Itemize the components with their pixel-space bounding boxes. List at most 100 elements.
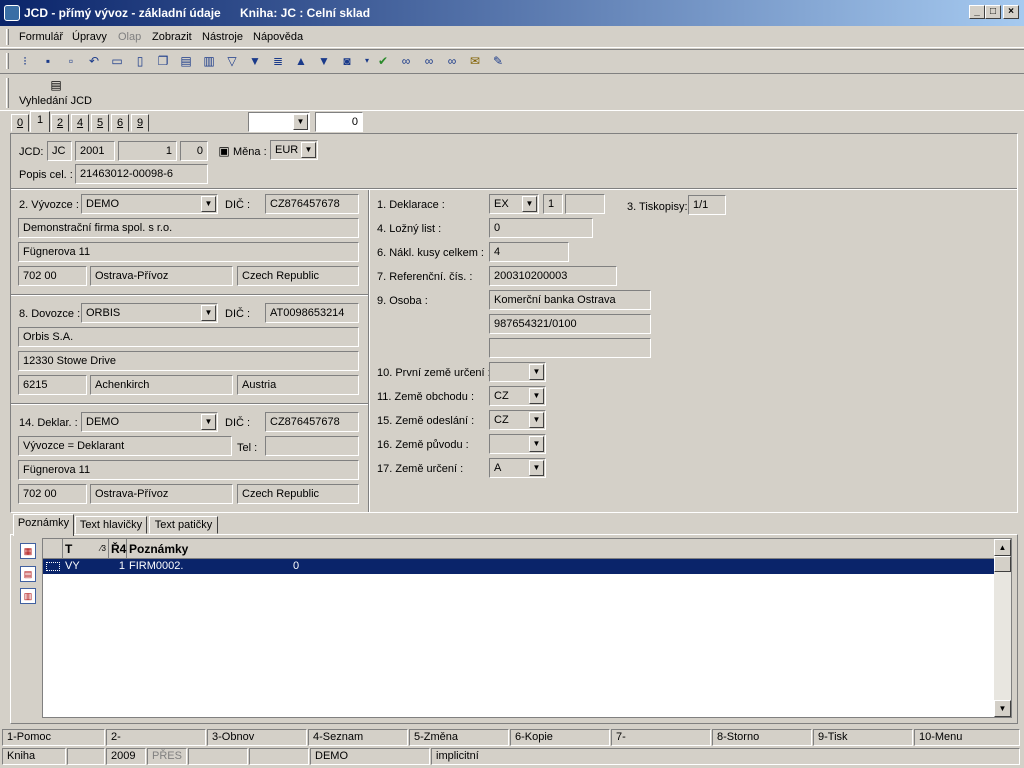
row-note-cell[interactable]: FIRM0002. xyxy=(129,560,183,572)
checkmark-icon[interactable]: ✔ xyxy=(375,53,391,69)
maximize-button[interactable]: □ xyxy=(985,5,1001,19)
menu-grip[interactable] xyxy=(6,29,9,45)
grid-header-r[interactable]: Ř4 xyxy=(109,539,127,559)
save-as-icon[interactable]: ▫ xyxy=(63,53,79,69)
chevron-down-icon[interactable]: ▼ xyxy=(201,196,216,212)
exporter-city-field[interactable]: Ostrava-Přívoz xyxy=(90,266,233,286)
declarant-street-field[interactable]: Fügnerova 11 xyxy=(18,460,359,480)
paste-icon[interactable]: ▤ xyxy=(178,53,194,69)
lozny-field[interactable]: 0 xyxy=(489,218,593,238)
minimize-button[interactable]: _ xyxy=(969,5,985,19)
declarant-name-field[interactable]: Vývozce = Deklarant xyxy=(18,436,232,456)
declarant-dic-field[interactable]: CZ876457678 xyxy=(265,412,359,432)
scroll-up-icon[interactable]: ▲ xyxy=(994,539,1011,556)
chevron-down-icon[interactable]: ▼ xyxy=(529,460,544,476)
binoculars-prev-icon[interactable]: ∞ xyxy=(444,53,460,69)
urceni-combo[interactable]: A ▼ xyxy=(489,458,546,478)
open-folder-icon[interactable]: ▭ xyxy=(109,53,125,69)
ref-field[interactable]: 200310200003 xyxy=(489,266,617,286)
fkey-5[interactable]: 5-Změna xyxy=(409,729,509,746)
menu-upravy[interactable]: Úpravy xyxy=(72,31,107,43)
declarant-zip-field[interactable]: 702 00 xyxy=(18,484,87,504)
deklarace-combo[interactable]: EX ▼ xyxy=(489,194,539,214)
jcd-year-field[interactable]: 2001 xyxy=(75,141,115,161)
declarant-country-field[interactable]: Czech Republic xyxy=(237,484,359,504)
scroll-down-icon[interactable]: ▼ xyxy=(994,700,1011,717)
exporter-name-field[interactable]: Demonstrační firma spol. s r.o. xyxy=(18,218,359,238)
declarant-combo[interactable]: DEMO ▼ xyxy=(81,412,218,432)
fkey-2[interactable]: 2- xyxy=(106,729,206,746)
osoba-field-3[interactable] xyxy=(489,338,651,358)
fkey-4[interactable]: 4-Seznam xyxy=(308,729,408,746)
osoba-field-2[interactable]: 987654321/0100 xyxy=(489,314,651,334)
toolbar-grip[interactable] xyxy=(6,53,9,69)
close-button[interactable]: × xyxy=(1003,5,1019,19)
osoba-field-1[interactable]: Komerční banka Ostrava xyxy=(489,290,651,310)
tab-2[interactable]: 2 xyxy=(51,114,69,132)
add-row-icon[interactable]: ▦ xyxy=(20,543,36,559)
importer-zip-field[interactable]: 6215 xyxy=(18,375,87,395)
filter-remove-icon[interactable]: ▼ xyxy=(247,53,263,69)
tiskopisy-field[interactable]: 1/1 xyxy=(688,195,726,215)
mail-icon[interactable]: ✉ xyxy=(467,53,483,69)
tab-selector-combo[interactable]: ▼ xyxy=(248,112,310,132)
currency-combo[interactable]: EUR ▼ xyxy=(270,140,318,160)
table-row[interactable]: VY 1 FIRM0002. 0 xyxy=(43,559,994,574)
exporter-dic-field[interactable]: CZ876457678 xyxy=(265,194,359,214)
tab-text-hlavicky[interactable]: Text hlavičky xyxy=(75,516,147,534)
fkey-6[interactable]: 6-Kopie xyxy=(510,729,610,746)
book-icon[interactable]: ▥ xyxy=(201,53,217,69)
edit-icon[interactable]: ✎ xyxy=(490,53,506,69)
jcd-subnumber-field[interactable]: 0 xyxy=(180,141,208,161)
grid-header-t[interactable]: T ⁄3 xyxy=(63,539,109,559)
declarant-city-field[interactable]: Ostrava-Přívoz xyxy=(90,484,233,504)
jcd-number-field[interactable]: 1 xyxy=(118,141,177,161)
menu-zobrazit[interactable]: Zobrazit xyxy=(152,31,192,43)
app-icon[interactable] xyxy=(4,5,20,21)
puvod-combo[interactable]: ▼ xyxy=(489,434,546,454)
delete-row-icon[interactable]: ▥ xyxy=(20,588,36,604)
jcd-type-field[interactable]: JC xyxy=(47,141,72,161)
save-icon[interactable]: ▪ xyxy=(40,53,56,69)
menu-napoveda[interactable]: Nápověda xyxy=(253,31,303,43)
fkey-10[interactable]: 10-Menu xyxy=(914,729,1020,746)
chevron-down-icon[interactable]: ▼ xyxy=(522,196,537,212)
chevron-down-icon[interactable]: ▼ xyxy=(301,142,316,158)
exporter-country-field[interactable]: Czech Republic xyxy=(237,266,359,286)
search-jcd-button[interactable]: Vyhledání JCD xyxy=(19,95,92,107)
chevron-down-icon[interactable]: ▼ xyxy=(201,414,216,430)
binoculars-next-icon[interactable]: ∞ xyxy=(421,53,437,69)
prvni-combo[interactable]: ▼ xyxy=(489,362,546,382)
new-document-icon[interactable]: ▯ xyxy=(132,53,148,69)
tab-number-field[interactable]: 0 xyxy=(315,112,363,132)
menu-nastroje[interactable]: Nástroje xyxy=(202,31,243,43)
undo-icon[interactable]: ↶ xyxy=(86,53,102,69)
exporter-zip-field[interactable]: 702 00 xyxy=(18,266,87,286)
kusy-field[interactable]: 4 xyxy=(489,242,569,262)
importer-combo[interactable]: ORBIS ▼ xyxy=(81,303,218,323)
row-t-cell[interactable]: VY xyxy=(65,560,80,572)
document-icon[interactable]: ▤ xyxy=(48,77,64,93)
copy-icon[interactable]: ❐ xyxy=(155,53,171,69)
camera-dropdown-icon[interactable]: ▾ xyxy=(359,53,375,69)
chevron-down-icon[interactable]: ▼ xyxy=(529,388,544,404)
tree-icon[interactable]: ⁝ xyxy=(17,53,33,69)
tab-text-paticky[interactable]: Text patičky xyxy=(149,516,218,534)
fkey-9[interactable]: 9-Tisk xyxy=(813,729,913,746)
chevron-down-icon[interactable]: ▼ xyxy=(201,305,216,321)
chevron-down-icon[interactable]: ▼ xyxy=(529,364,544,380)
chevron-down-icon[interactable]: ▼ xyxy=(529,412,544,428)
exporter-street-field[interactable]: Fügnerova 11 xyxy=(18,242,359,262)
grid-scrollbar[interactable]: ▲ ▼ xyxy=(994,539,1011,717)
clipboard-icon[interactable]: ▣ xyxy=(216,143,232,159)
fkey-7[interactable]: 7- xyxy=(611,729,711,746)
camera-icon[interactable]: ◙ xyxy=(339,53,355,69)
tab-poznamky[interactable]: Poznámky xyxy=(13,514,74,536)
deklarace-extra-field[interactable] xyxy=(565,194,605,214)
tab-1[interactable]: 1 xyxy=(30,111,50,132)
importer-country-field[interactable]: Austria xyxy=(237,375,359,395)
chevron-down-icon[interactable]: ▼ xyxy=(293,114,308,130)
tab-9[interactable]: 9 xyxy=(131,114,149,132)
stack-icon[interactable]: ≣ xyxy=(270,53,286,69)
arrow-down-icon[interactable]: ▼ xyxy=(316,53,332,69)
